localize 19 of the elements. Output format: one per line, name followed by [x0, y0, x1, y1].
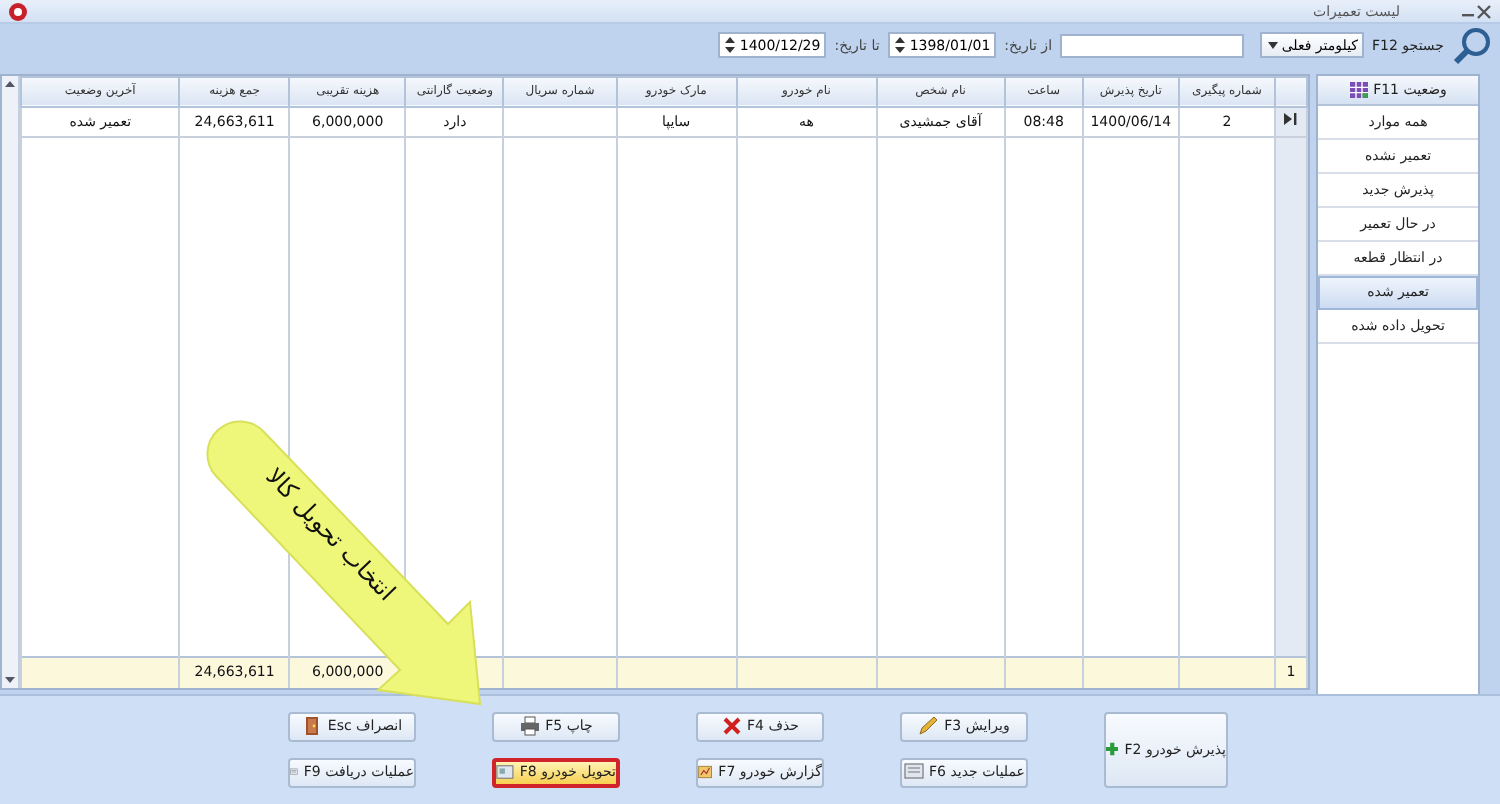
spinner-icon	[723, 36, 736, 55]
door-icon	[301, 716, 322, 737]
logo-icon	[8, 1, 28, 22]
current-row-icon	[1281, 112, 1300, 126]
search-field[interactable]	[1060, 33, 1245, 58]
printer-icon	[519, 716, 540, 737]
card-icon	[496, 762, 514, 783]
delete-icon	[721, 716, 742, 737]
close-icon[interactable]	[1476, 3, 1492, 20]
callout-text: انتخاب تحویل کالا	[258, 460, 403, 611]
caret-icon	[1266, 38, 1281, 53]
search-icon	[1452, 25, 1492, 66]
grid-icon	[1349, 81, 1368, 97]
document-icon	[903, 762, 924, 783]
pencil-icon	[918, 716, 939, 737]
scroll-down-icon[interactable]	[2, 671, 18, 687]
report-icon	[698, 762, 713, 783]
spinner-icon	[893, 36, 906, 55]
plus-icon	[1106, 740, 1119, 759]
